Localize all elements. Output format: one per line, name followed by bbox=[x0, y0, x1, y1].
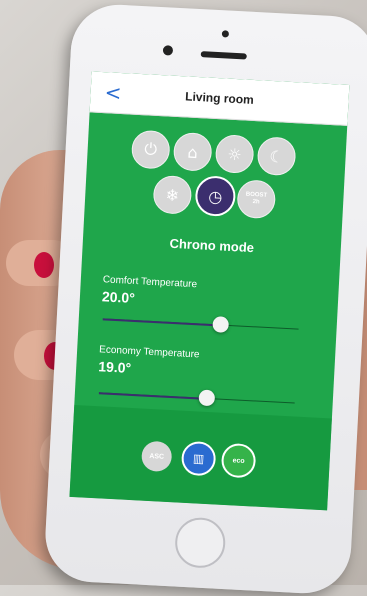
power-icon: ⏻ bbox=[143, 139, 158, 159]
earpiece-speaker bbox=[200, 51, 247, 60]
home-icon: ⌂ bbox=[187, 142, 199, 162]
mode-power-button[interactable]: ⏻ bbox=[130, 129, 171, 170]
economy-slider-thumb[interactable] bbox=[198, 389, 216, 407]
comfort-slider-fill bbox=[102, 318, 221, 327]
phone: < Living room ⏻ ⌂ ☼ ☾ ❄ ◷ BOOST 2h Chron… bbox=[43, 2, 367, 596]
home-button[interactable] bbox=[173, 516, 227, 570]
window-button[interactable]: ▥ bbox=[180, 440, 217, 477]
clock-icon: ◷ bbox=[207, 186, 223, 206]
mode-night-button[interactable]: ☾ bbox=[256, 136, 297, 177]
bottom-bar: ASC ▥ eco bbox=[69, 404, 332, 511]
economy-temperature-value: 19.0° bbox=[97, 358, 132, 376]
comfort-temperature-label: Comfort Temperature bbox=[102, 274, 198, 291]
mode-boost-button[interactable]: BOOST 2h bbox=[236, 179, 277, 220]
asc-button[interactable]: ASC bbox=[140, 440, 173, 473]
front-sensor bbox=[221, 30, 230, 38]
eco-button[interactable]: eco bbox=[220, 442, 257, 479]
mode-title: Chrono mode bbox=[169, 235, 255, 256]
moon-icon: ☾ bbox=[268, 146, 285, 167]
eco-label: eco bbox=[232, 456, 245, 465]
nail-1 bbox=[34, 252, 54, 278]
nav-bar: < Living room bbox=[89, 71, 350, 126]
app-screen: < Living room ⏻ ⌂ ☼ ☾ ❄ ◷ BOOST 2h Chron… bbox=[69, 71, 350, 511]
mode-comfort-button[interactable]: ☼ bbox=[214, 134, 255, 175]
mode-frost-button[interactable]: ❄ bbox=[152, 174, 193, 215]
boost-icon: BOOST 2h bbox=[245, 191, 268, 206]
comfort-slider-thumb[interactable] bbox=[212, 316, 230, 333]
sun-icon: ☼ bbox=[226, 144, 243, 164]
mode-home-button[interactable]: ⌂ bbox=[172, 131, 213, 172]
snowflake-icon: ❄ bbox=[165, 184, 180, 205]
page-title: Living room bbox=[184, 89, 255, 107]
asc-label: ASC bbox=[149, 452, 165, 461]
economy-slider-fill bbox=[98, 392, 207, 400]
front-camera bbox=[162, 45, 174, 56]
mode-chrono-button[interactable]: ◷ bbox=[194, 175, 237, 218]
comfort-temperature-value: 20.0° bbox=[101, 288, 136, 307]
window-icon: ▥ bbox=[192, 451, 205, 466]
